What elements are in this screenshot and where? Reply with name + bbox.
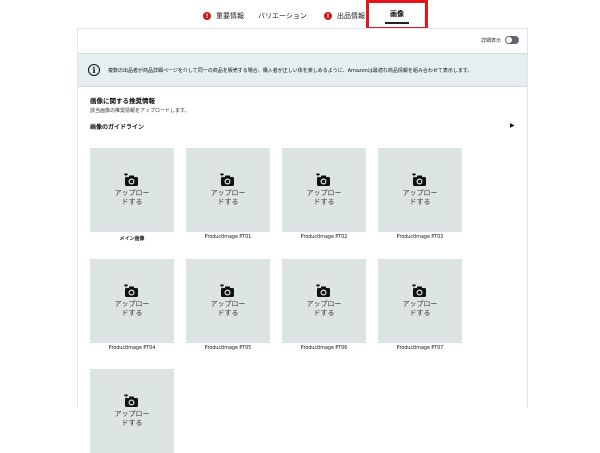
tab-label: 重要情報 [216, 12, 244, 20]
upload-label: アップロードする [114, 300, 150, 317]
info-banner: i 複数の出品者が商品詳細ページを介して同一の商品を販売する場合、購入者が正しい… [78, 53, 527, 87]
add-photo-icon [412, 173, 428, 187]
expand-arrow-icon[interactable]: ▶ [510, 122, 515, 129]
image-upload-slot[interactable]: アップロードする [378, 148, 462, 232]
image-slot-label: ProductImage PT02 [300, 235, 348, 240]
image-slot-label: ProductImage PT04 [108, 346, 156, 351]
image-slot-label: ProductImage PT01 [204, 235, 252, 240]
upload-label: アップロードする [210, 189, 246, 206]
add-photo-icon [220, 284, 236, 298]
image-upload-slot[interactable]: アップロードする [282, 148, 366, 232]
image-upload-slot[interactable]: アップロードする [378, 259, 462, 343]
tab-bar: ! 重要情報 バリエーション ! 出品情報 画像 [0, 0, 600, 30]
detail-toggle[interactable] [505, 36, 519, 44]
images-panel: 詳細表示 i 複数の出品者が商品詳細ページを介して同一の商品を販売する場合、購入… [77, 28, 528, 453]
add-photo-icon [412, 284, 428, 298]
info-icon: i [88, 64, 100, 76]
tab-offer-info[interactable]: ! 出品情報 [324, 8, 365, 24]
add-photo-icon [316, 173, 332, 187]
image-slot-label: ProductImage PT07 [396, 346, 444, 351]
section-title: 画像に関する推奨情報 [90, 97, 155, 105]
image-guideline-link[interactable]: 画像のガイドライン [90, 122, 144, 131]
upload-label: アップロードする [210, 300, 246, 317]
toggle-label: 詳細表示 [480, 37, 501, 44]
tab-important-info[interactable]: ! 重要情報 [203, 8, 244, 24]
upload-label: アップロードする [114, 410, 150, 427]
upload-label: アップロードする [402, 300, 438, 317]
add-photo-icon [220, 173, 236, 187]
tab-images[interactable]: 画像 [366, 0, 428, 30]
error-icon: ! [324, 12, 332, 20]
tab-variation[interactable]: バリエーション [258, 8, 307, 24]
image-upload-slot[interactable]: アップロードする [186, 148, 270, 232]
upload-label: アップロードする [114, 189, 150, 206]
section-subtitle: 該当画像の推奨情報をアップロードします。 [90, 108, 190, 114]
add-photo-icon [316, 284, 332, 298]
detail-toggle-row: 詳細表示 [481, 36, 519, 44]
image-upload-slot[interactable]: アップロードする [282, 259, 366, 343]
upload-label: アップロードする [306, 300, 342, 317]
image-slot-label: ProductImage PT06 [300, 346, 348, 351]
tab-label: 出品情報 [337, 12, 365, 20]
add-photo-icon [124, 173, 140, 187]
error-icon: ! [203, 12, 211, 20]
image-slot-label: ProductImage PT05 [204, 346, 252, 351]
add-photo-icon [124, 284, 140, 298]
upload-label: アップロードする [306, 189, 342, 206]
upload-label: アップロードする [402, 189, 438, 206]
image-slot-label: メイン画像 [119, 236, 145, 242]
image-upload-slot[interactable]: アップロードする [90, 369, 174, 453]
image-upload-slot[interactable]: アップロードする [186, 259, 270, 343]
image-slot-label: ProductImage PT03 [396, 235, 444, 240]
tab-label: バリエーション [258, 12, 307, 20]
add-photo-icon [124, 394, 140, 408]
banner-text: 複数の出品者が商品詳細ページを介して同一の商品を販売する場合、購入者が正しい体を… [108, 67, 473, 74]
image-upload-slot[interactable]: アップロードする [90, 259, 174, 343]
toggle-knob [506, 37, 512, 43]
image-upload-slot[interactable]: アップロードする [90, 148, 174, 232]
tab-label: 画像 [385, 6, 409, 24]
